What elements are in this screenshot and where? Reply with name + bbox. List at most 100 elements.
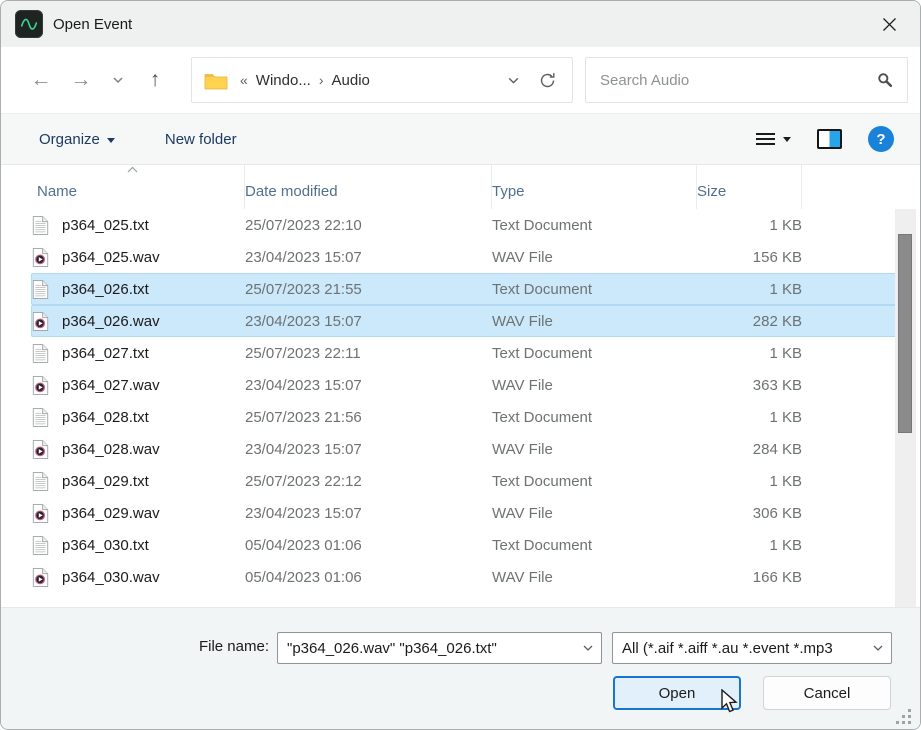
table-row[interactable]: p364_025.wav23/04/2023 15:07WAV File156 …	[31, 241, 907, 273]
scrollbar-thumb[interactable]	[898, 234, 912, 433]
file-name-label: File name:	[121, 638, 269, 655]
breadcrumb-overflow[interactable]: «	[238, 72, 250, 88]
txt-file-icon	[32, 535, 60, 556]
file-date-modified: 25/07/2023 21:56	[245, 409, 492, 426]
column-header-type[interactable]: Type	[491, 165, 696, 209]
title-bar: Open Event	[1, 1, 920, 47]
file-size: 1 KB	[697, 473, 802, 490]
search-input[interactable]	[600, 72, 877, 89]
file-date-modified: 23/04/2023 15:07	[245, 377, 492, 394]
organize-button[interactable]: Organize	[39, 131, 115, 148]
file-size: 363 KB	[697, 377, 802, 394]
table-row[interactable]: p364_027.txt25/07/2023 22:11Text Documen…	[31, 337, 907, 369]
forward-button[interactable]: →	[61, 62, 101, 98]
file-type: WAV File	[492, 441, 697, 458]
table-row[interactable]: p364_030.txt05/04/2023 01:06Text Documen…	[31, 529, 907, 561]
refresh-icon[interactable]	[530, 63, 564, 97]
close-icon[interactable]	[874, 9, 904, 39]
chevron-down-icon[interactable]	[871, 641, 885, 655]
help-icon[interactable]: ?	[868, 126, 894, 152]
wav-file-icon	[32, 439, 60, 460]
file-date-modified: 05/04/2023 01:06	[245, 569, 492, 586]
file-name: p364_025.txt	[60, 217, 245, 234]
table-row[interactable]: p364_027.wav23/04/2023 15:07WAV File363 …	[31, 369, 907, 401]
list-view-icon	[756, 130, 775, 148]
breadcrumb[interactable]: « Windo... › Audio	[191, 57, 573, 103]
app-icon	[15, 10, 43, 38]
chevron-down-icon	[107, 138, 115, 143]
file-type: WAV File	[492, 377, 697, 394]
search-box[interactable]	[585, 57, 908, 103]
file-date-modified: 23/04/2023 15:07	[245, 505, 492, 522]
column-label: Type	[492, 183, 525, 200]
navigation-bar: ← → ↑ « Windo... › Audio	[1, 47, 920, 113]
txt-file-icon	[32, 279, 60, 300]
file-name: p364_030.txt	[60, 537, 245, 554]
table-row[interactable]: p364_029.txt25/07/2023 22:12Text Documen…	[31, 465, 907, 497]
file-type: WAV File	[492, 313, 697, 330]
column-header-name[interactable]: Name	[31, 165, 244, 209]
file-size: 1 KB	[697, 217, 802, 234]
file-name: p364_025.wav	[60, 249, 245, 266]
file-size: 306 KB	[697, 505, 802, 522]
column-header-size[interactable]: Size	[696, 165, 801, 209]
mouse-cursor	[720, 689, 744, 715]
preview-pane-icon[interactable]	[817, 129, 842, 149]
toolbar-right-group: ?	[756, 126, 894, 152]
chevron-down-icon[interactable]	[581, 641, 595, 655]
table-row[interactable]: p364_029.wav23/04/2023 15:07WAV File306 …	[31, 497, 907, 529]
table-row[interactable]: p364_025.txt25/07/2023 22:10Text Documen…	[31, 209, 907, 241]
file-size: 1 KB	[697, 409, 802, 426]
command-bar: Organize New folder ?	[1, 113, 920, 165]
table-row[interactable]: p364_026.wav23/04/2023 15:07WAV File282 …	[31, 305, 907, 337]
resize-grip[interactable]	[895, 708, 911, 724]
new-folder-button[interactable]: New folder	[165, 131, 237, 148]
file-size: 1 KB	[697, 537, 802, 554]
file-date-modified: 23/04/2023 15:07	[245, 441, 492, 458]
file-type: WAV File	[492, 249, 697, 266]
txt-file-icon	[32, 407, 60, 428]
file-name-combobox[interactable]: "p364_026.wav" "p364_026.txt"	[277, 632, 602, 664]
file-date-modified: 23/04/2023 15:07	[245, 313, 492, 330]
file-name: p364_027.txt	[60, 345, 245, 362]
file-date-modified: 25/07/2023 21:55	[245, 281, 492, 298]
table-row[interactable]: p364_026.txt25/07/2023 21:55Text Documen…	[31, 273, 907, 305]
file-type: WAV File	[492, 505, 697, 522]
file-name: p364_029.txt	[60, 473, 245, 490]
scrollbar-track[interactable]	[895, 209, 916, 607]
change-view-button[interactable]	[756, 130, 791, 148]
breadcrumb-separator-icon: ›	[317, 72, 326, 88]
open-event-dialog: Open Event ← → ↑ « Windo... › Audio	[0, 0, 921, 730]
search-icon[interactable]	[877, 72, 893, 88]
txt-file-icon	[32, 215, 60, 236]
txt-file-icon	[32, 471, 60, 492]
file-name: p364_030.wav	[60, 569, 245, 586]
file-list: p364_025.txt25/07/2023 22:10Text Documen…	[1, 209, 920, 593]
address-dropdown-icon[interactable]	[496, 63, 530, 97]
file-date-modified: 25/07/2023 22:12	[245, 473, 492, 490]
file-list-pane: p364_025.txt25/07/2023 22:10Text Documen…	[1, 209, 920, 607]
file-type-value: All (*.aif *.aiff *.au *.event *.mp3	[622, 640, 871, 657]
wav-file-icon	[32, 503, 60, 524]
txt-file-icon	[32, 343, 60, 364]
table-row[interactable]: p364_028.txt25/07/2023 21:56Text Documen…	[31, 401, 907, 433]
table-row[interactable]: p364_030.wav05/04/2023 01:06WAV File166 …	[31, 561, 907, 593]
up-button[interactable]: ↑	[135, 62, 175, 98]
breadcrumb-current-folder[interactable]: Audio	[326, 72, 376, 89]
column-header-date[interactable]: Date modified	[244, 165, 491, 209]
wav-file-icon	[32, 567, 60, 588]
back-button[interactable]: ←	[21, 62, 61, 98]
open-button-label: Open	[659, 685, 696, 702]
breadcrumb-parent-folder[interactable]: Windo...	[250, 72, 317, 89]
recent-locations-button[interactable]	[101, 62, 135, 98]
file-type: Text Document	[492, 409, 697, 426]
file-type: Text Document	[492, 473, 697, 490]
file-name: p364_026.txt	[60, 281, 245, 298]
cancel-button[interactable]: Cancel	[763, 676, 891, 710]
file-type-combobox[interactable]: All (*.aif *.aiff *.au *.event *.mp3	[612, 632, 892, 664]
file-type: Text Document	[492, 281, 697, 298]
file-size: 284 KB	[697, 441, 802, 458]
column-header-spacer	[801, 165, 817, 209]
table-row[interactable]: p364_028.wav23/04/2023 15:07WAV File284 …	[31, 433, 907, 465]
file-size: 282 KB	[697, 313, 802, 330]
